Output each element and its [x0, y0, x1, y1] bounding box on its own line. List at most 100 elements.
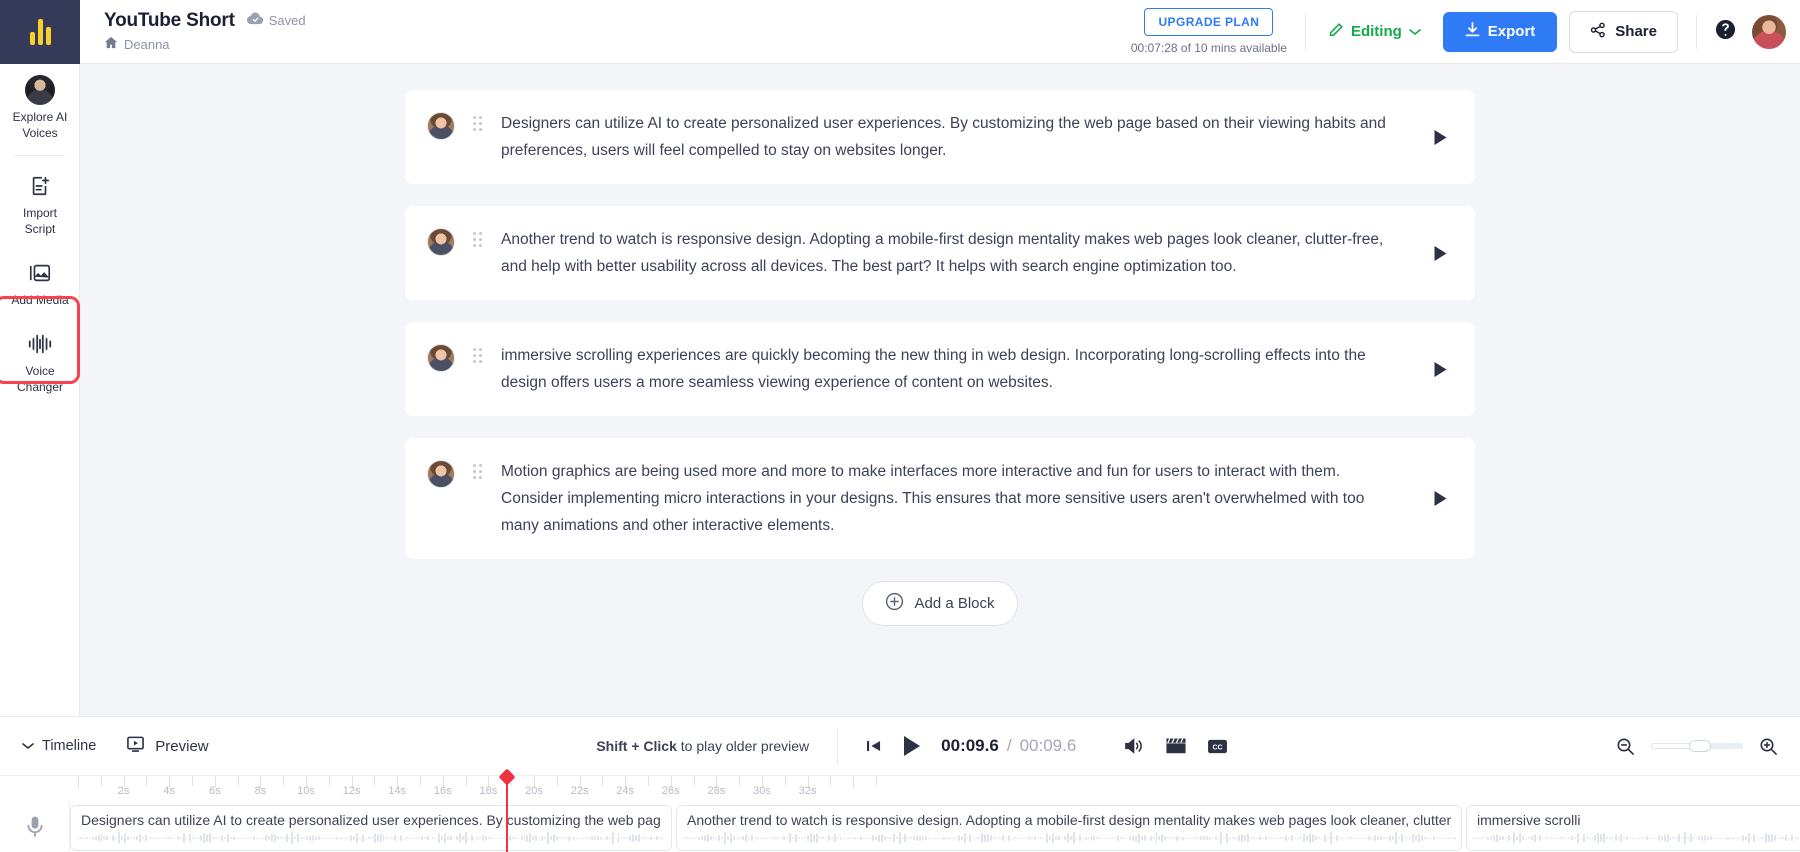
zoom-out-icon[interactable] [1616, 737, 1635, 756]
voice-avatar[interactable] [427, 112, 455, 140]
play-icon[interactable] [1423, 245, 1457, 262]
ruler-tick [853, 776, 855, 788]
total-time-label: 00:09.6 [1019, 736, 1077, 755]
play-button[interactable] [902, 735, 921, 757]
ruler-label: 32s [798, 785, 817, 797]
zoom-slider-knob[interactable] [1689, 740, 1711, 752]
share-button-label: Share [1615, 23, 1657, 40]
skip-to-start-icon[interactable] [866, 739, 882, 753]
preview-button-label: Preview [155, 737, 209, 755]
timeline-clip[interactable]: Designers can utilize AI to create perso… [70, 805, 672, 851]
voice-changer-icon [4, 330, 76, 358]
chevron-down-icon [1408, 23, 1421, 40]
sidebar-item-explore-ai-voices[interactable]: Explore AI Voices [0, 64, 80, 151]
script-block-list: Designers can utilize AI to create perso… [405, 90, 1475, 626]
import-script-icon [4, 172, 76, 200]
play-icon[interactable] [1423, 361, 1457, 378]
murf-logo-icon [29, 19, 51, 45]
add-a-block-button[interactable]: Add a Block [862, 581, 1018, 626]
script-block[interactable]: Designers can utilize AI to create perso… [405, 90, 1475, 184]
zoom-slider[interactable] [1651, 740, 1743, 752]
drag-handle-icon[interactable] [473, 464, 483, 479]
sidebar-item-add-media[interactable]: Add Media [0, 247, 80, 318]
app-logo[interactable] [0, 0, 80, 64]
script-block-text[interactable]: Designers can utilize AI to create perso… [501, 110, 1403, 164]
sidebar-item-label: Voice [25, 364, 55, 378]
sidebar-item-label: Import [22, 206, 57, 220]
drag-handle-icon[interactable] [473, 116, 483, 131]
playhead[interactable] [498, 768, 516, 852]
divider [14, 155, 65, 156]
add-a-block-label: Add a Block [914, 595, 995, 612]
microphone-icon[interactable] [0, 801, 70, 852]
drag-handle-icon[interactable] [473, 348, 483, 363]
user-avatar[interactable] [1752, 14, 1786, 49]
script-block-text[interactable]: immersive scrolling experiences are quic… [501, 342, 1403, 396]
bottom-panel: Timeline Preview Shift + Click to play o… [0, 716, 1800, 852]
zoom-in-icon[interactable] [1759, 737, 1778, 756]
plan-section: UPGRADE PLAN 00:07:28 of 10 mins availab… [1131, 8, 1287, 55]
timeline-clip-label: immersive scrolli [1477, 812, 1581, 828]
transport-controls: 00:09.6 / 00:09.6 CC [866, 735, 1228, 757]
ruler-tick [556, 776, 558, 786]
ruler-label: 16s [433, 785, 452, 797]
timeline-ruler[interactable]: 2s 4s 6s 8s 10s 12s 14s 16s 18s 20s 22s 24s 26s 28s 30… [0, 775, 1800, 801]
play-icon[interactable] [1423, 490, 1457, 507]
ruler-tick [100, 776, 102, 786]
ruler-label: 22s [570, 785, 589, 797]
chevron-down-icon [22, 738, 34, 754]
sidebar-item-import-script[interactable]: Import Script [0, 160, 80, 247]
timeline-clip-label: Designers can utilize AI to create perso… [81, 812, 661, 828]
voice-avatar[interactable] [427, 344, 455, 372]
script-block[interactable]: Motion graphics are being used more and … [405, 438, 1475, 559]
timeline-clip[interactable]: immersive scrolli [1466, 805, 1800, 851]
waveform-icon [683, 831, 1456, 845]
script-block-text[interactable]: Another trend to watch is responsive des… [501, 226, 1403, 280]
drag-handle-icon[interactable] [473, 232, 483, 247]
ruler-tick [420, 776, 421, 786]
script-block[interactable]: immersive scrolling experiences are quic… [405, 322, 1475, 416]
project-info: YouTube Short Saved Deanna [80, 10, 306, 54]
clapperboard-icon[interactable] [1165, 737, 1187, 755]
help-circle-icon[interactable] [1715, 19, 1736, 45]
ruler-label: 10s [297, 785, 315, 797]
ruler-tick [237, 776, 239, 786]
save-status-label: Saved [268, 13, 306, 28]
avatar-icon [4, 75, 76, 105]
play-icon[interactable] [1423, 129, 1457, 146]
timeline-clip[interactable]: Another trend to watch is responsive des… [676, 805, 1462, 851]
ruler-tick [374, 776, 376, 786]
app-root: Explore AI Voices Import Script Add Medi… [0, 0, 1800, 852]
preview-button[interactable]: Preview [126, 735, 209, 757]
voice-avatar[interactable] [427, 228, 455, 256]
sidebar-item-label: Voices [22, 126, 58, 140]
time-separator: / [1006, 736, 1012, 755]
breadcrumb[interactable]: Deanna [104, 36, 306, 54]
divider [1696, 14, 1697, 49]
ruler-tick [465, 776, 467, 786]
divider [837, 729, 839, 763]
script-block[interactable]: Another trend to watch is responsive des… [405, 206, 1475, 300]
export-button[interactable]: Export [1442, 11, 1558, 52]
ruler-tick [283, 776, 285, 786]
sidebar-item-label: Script [24, 222, 56, 236]
voice-avatar[interactable] [427, 460, 455, 488]
share-icon [1590, 22, 1606, 42]
ruler-tick [876, 776, 877, 786]
timeline-toggle[interactable]: Timeline [22, 738, 96, 754]
script-block-text[interactable]: Motion graphics are being used more and … [501, 458, 1403, 539]
sidebar-item-label: Explore AI [12, 110, 68, 124]
home-icon [104, 36, 118, 54]
upgrade-plan-button[interactable]: UPGRADE PLAN [1144, 8, 1274, 36]
sidebar-item-voice-changer[interactable]: Voice Changer [0, 318, 80, 405]
download-icon [1465, 21, 1480, 42]
sidebar-item-label: Add Media [11, 293, 69, 307]
ruler-tick [648, 776, 649, 786]
closed-captions-icon[interactable]: CC [1207, 738, 1228, 755]
share-button[interactable]: Share [1569, 10, 1678, 53]
editing-mode-dropdown[interactable]: Editing [1306, 22, 1443, 42]
ruler-label: 4s [163, 785, 175, 797]
ruler-tick [328, 776, 330, 786]
volume-icon[interactable] [1124, 737, 1145, 755]
ruler-tick [693, 776, 695, 786]
